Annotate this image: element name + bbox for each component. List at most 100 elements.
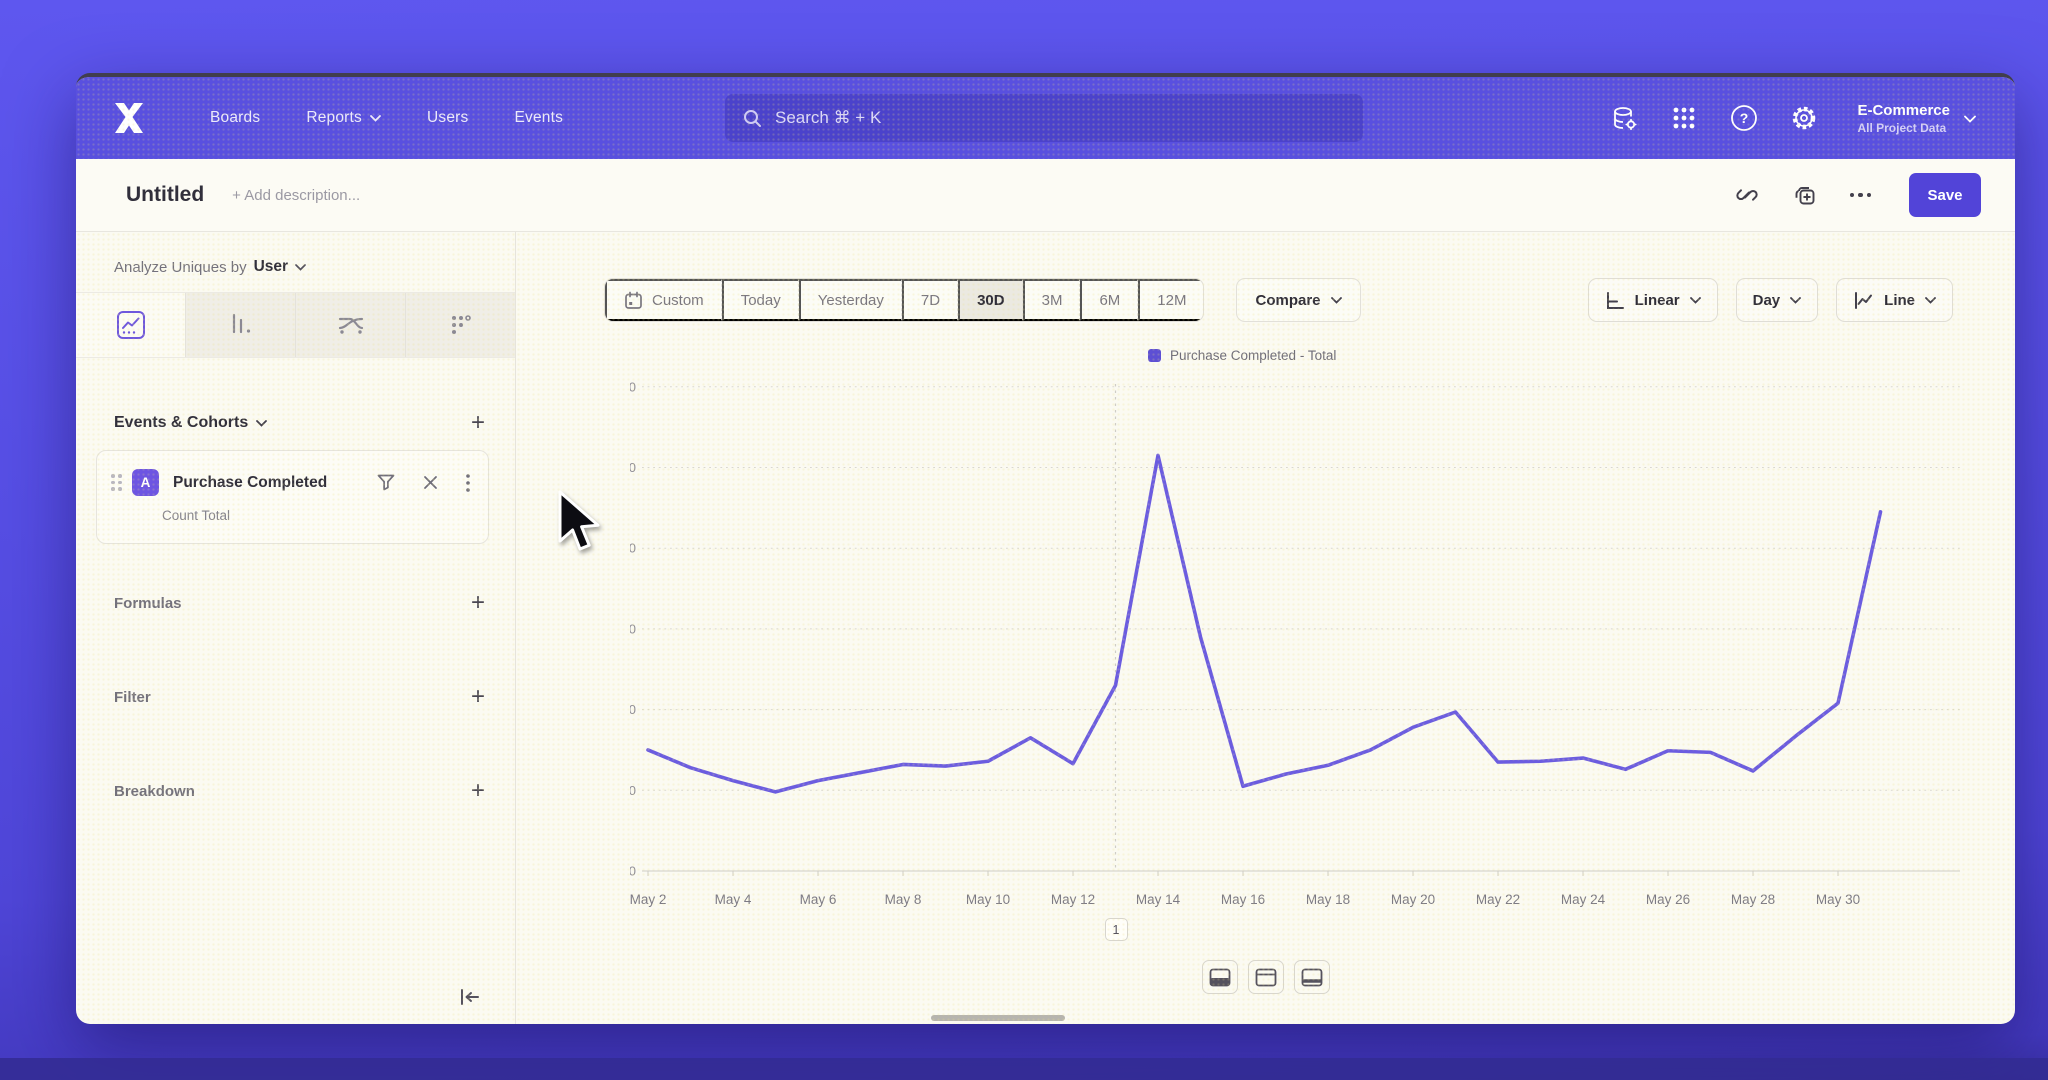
- nav-item-users[interactable]: Users: [427, 109, 468, 127]
- svg-text:May 10: May 10: [966, 892, 1010, 907]
- range-3m-button[interactable]: 3M: [1023, 279, 1081, 321]
- filter-funnel-icon[interactable]: [377, 474, 395, 491]
- project-name: E-Commerce: [1857, 102, 1950, 119]
- range-12m-button[interactable]: 12M: [1138, 279, 1203, 321]
- top-nav: Boards Reports Users Events Search ⌘ + K: [76, 77, 2015, 159]
- chevron-down-icon: [256, 420, 267, 427]
- chevron-down-icon: [1964, 115, 1975, 122]
- tab-retention-dots[interactable]: [406, 293, 515, 357]
- breakdown-section: Breakdown +: [76, 776, 515, 806]
- svg-text:May 2: May 2: [630, 892, 666, 907]
- save-button[interactable]: Save: [1909, 173, 1981, 217]
- nav-item-boards[interactable]: Boards: [210, 109, 260, 127]
- add-filter-button[interactable]: +: [471, 687, 485, 707]
- add-description[interactable]: + Add description...: [232, 187, 360, 204]
- chart-legend[interactable]: Purchase Completed - Total: [1148, 348, 1336, 363]
- add-formula-button[interactable]: +: [471, 593, 485, 613]
- project-scope: All Project Data: [1857, 121, 1950, 135]
- layout-top-view-icon[interactable]: [1248, 960, 1284, 994]
- filter-section: Filter +: [76, 682, 515, 712]
- mouse-cursor: [556, 490, 602, 554]
- line-chart[interactable]: 0100200300400500600May 2May 4May 6May 8M…: [630, 370, 1975, 920]
- add-breakdown-button[interactable]: +: [471, 781, 485, 801]
- drag-handle-icon[interactable]: [111, 474, 122, 491]
- svg-text:May 22: May 22: [1476, 892, 1520, 907]
- mixpanel-logo[interactable]: [112, 101, 152, 135]
- chevron-down-icon: [1790, 297, 1801, 304]
- svg-text:May 26: May 26: [1646, 892, 1690, 907]
- layout-bottom-view-icon[interactable]: [1294, 960, 1330, 994]
- title-actions: Save: [1734, 173, 1982, 217]
- nav-menu: Boards Reports Users Events: [210, 109, 563, 127]
- event-measurement[interactable]: Count Total: [162, 508, 470, 523]
- apps-grid-icon[interactable]: [1669, 103, 1699, 133]
- chevron-down-icon: [295, 264, 306, 271]
- copy-link-icon[interactable]: [1734, 182, 1760, 208]
- report-title[interactable]: Untitled: [126, 183, 204, 207]
- event-card[interactable]: A Purchase Completed: [96, 450, 489, 544]
- tab-bar-chart[interactable]: [186, 293, 296, 357]
- svg-text:May 12: May 12: [1051, 892, 1095, 907]
- range-custom-button[interactable]: Custom: [605, 279, 722, 321]
- event-name[interactable]: Purchase Completed: [173, 474, 327, 492]
- range-today-button[interactable]: Today: [722, 279, 799, 321]
- nav-item-events[interactable]: Events: [514, 109, 563, 127]
- range-30d-button[interactable]: 30D: [958, 279, 1023, 321]
- svg-text:May 14: May 14: [1136, 892, 1181, 907]
- add-event-button[interactable]: +: [471, 413, 485, 433]
- analyze-value-dropdown[interactable]: User: [254, 258, 288, 276]
- chart-controls: Custom Today Yesterday 7D 30D 3M 6M 12M …: [604, 278, 1953, 322]
- nav-item-reports[interactable]: Reports: [306, 109, 381, 127]
- display-controls: Linear Day Line: [1588, 278, 1953, 322]
- help-icon[interactable]: ?: [1729, 103, 1759, 133]
- events-cohorts-label[interactable]: Events & Cohorts: [114, 414, 267, 432]
- svg-text:May 4: May 4: [715, 892, 752, 907]
- legend-swatch: [1148, 349, 1161, 362]
- chevron-down-icon: [1331, 297, 1342, 304]
- app-window: Boards Reports Users Events Search ⌘ + K: [76, 73, 2015, 1024]
- report-title-bar: Untitled + Add description...: [76, 159, 2015, 232]
- svg-text:600: 600: [630, 379, 636, 394]
- remove-event-icon[interactable]: [423, 475, 438, 490]
- search-input[interactable]: Search ⌘ + K: [725, 94, 1363, 142]
- data-management-icon[interactable]: [1609, 103, 1639, 133]
- legend-label: Purchase Completed - Total: [1170, 348, 1336, 363]
- range-yesterday-button[interactable]: Yesterday: [799, 279, 902, 321]
- chart-type-dropdown[interactable]: Line: [1836, 278, 1953, 322]
- svg-text:May 6: May 6: [800, 892, 837, 907]
- desktop-background: Boards Reports Users Events Search ⌘ + K: [0, 0, 2048, 1080]
- search-placeholder: Search ⌘ + K: [775, 108, 881, 128]
- chart-plot-area: 0100200300400500600May 2May 4May 6May 8M…: [630, 370, 1975, 920]
- event-letter-badge: A: [132, 469, 159, 496]
- compare-button[interactable]: Compare: [1236, 278, 1360, 322]
- range-6m-button[interactable]: 6M: [1080, 279, 1138, 321]
- annotation-marker[interactable]: 1: [1105, 918, 1128, 941]
- kebab-menu-icon[interactable]: [466, 474, 470, 492]
- more-options-icon[interactable]: [1850, 193, 1872, 198]
- settings-gear-icon[interactable]: [1789, 103, 1819, 133]
- layout-split-view-icon[interactable]: [1202, 960, 1238, 994]
- svg-text:May 24: May 24: [1561, 892, 1606, 907]
- svg-text:400: 400: [630, 541, 636, 556]
- filter-label: Filter: [114, 689, 151, 706]
- svg-text:May 8: May 8: [885, 892, 922, 907]
- chart-panel: Custom Today Yesterday 7D 30D 3M 6M 12M …: [516, 232, 2015, 1024]
- query-sidebar: Analyze Uniques by User: [76, 232, 516, 1024]
- tab-insights-line[interactable]: [76, 293, 186, 357]
- scale-dropdown[interactable]: Linear: [1588, 278, 1718, 322]
- tab-flows[interactable]: [296, 293, 406, 357]
- calendar-icon: [624, 291, 643, 310]
- duplicate-icon[interactable]: [1792, 182, 1818, 208]
- svg-text:300: 300: [630, 621, 636, 636]
- project-switcher[interactable]: E-Commerce All Project Data: [1857, 102, 1975, 135]
- formulas-label: Formulas: [114, 595, 182, 612]
- linear-axis-icon: [1605, 291, 1625, 310]
- svg-text:May 28: May 28: [1731, 892, 1775, 907]
- interval-dropdown[interactable]: Day: [1736, 278, 1819, 322]
- chevron-down-icon: [370, 115, 381, 122]
- content-area: Analyze Uniques by User: [76, 232, 2015, 1024]
- collapse-sidebar-icon[interactable]: [457, 984, 483, 1010]
- range-7d-button[interactable]: 7D: [902, 279, 958, 321]
- chevron-down-icon: [1690, 297, 1701, 304]
- horizontal-scrollbar-thumb[interactable]: [931, 1015, 1065, 1021]
